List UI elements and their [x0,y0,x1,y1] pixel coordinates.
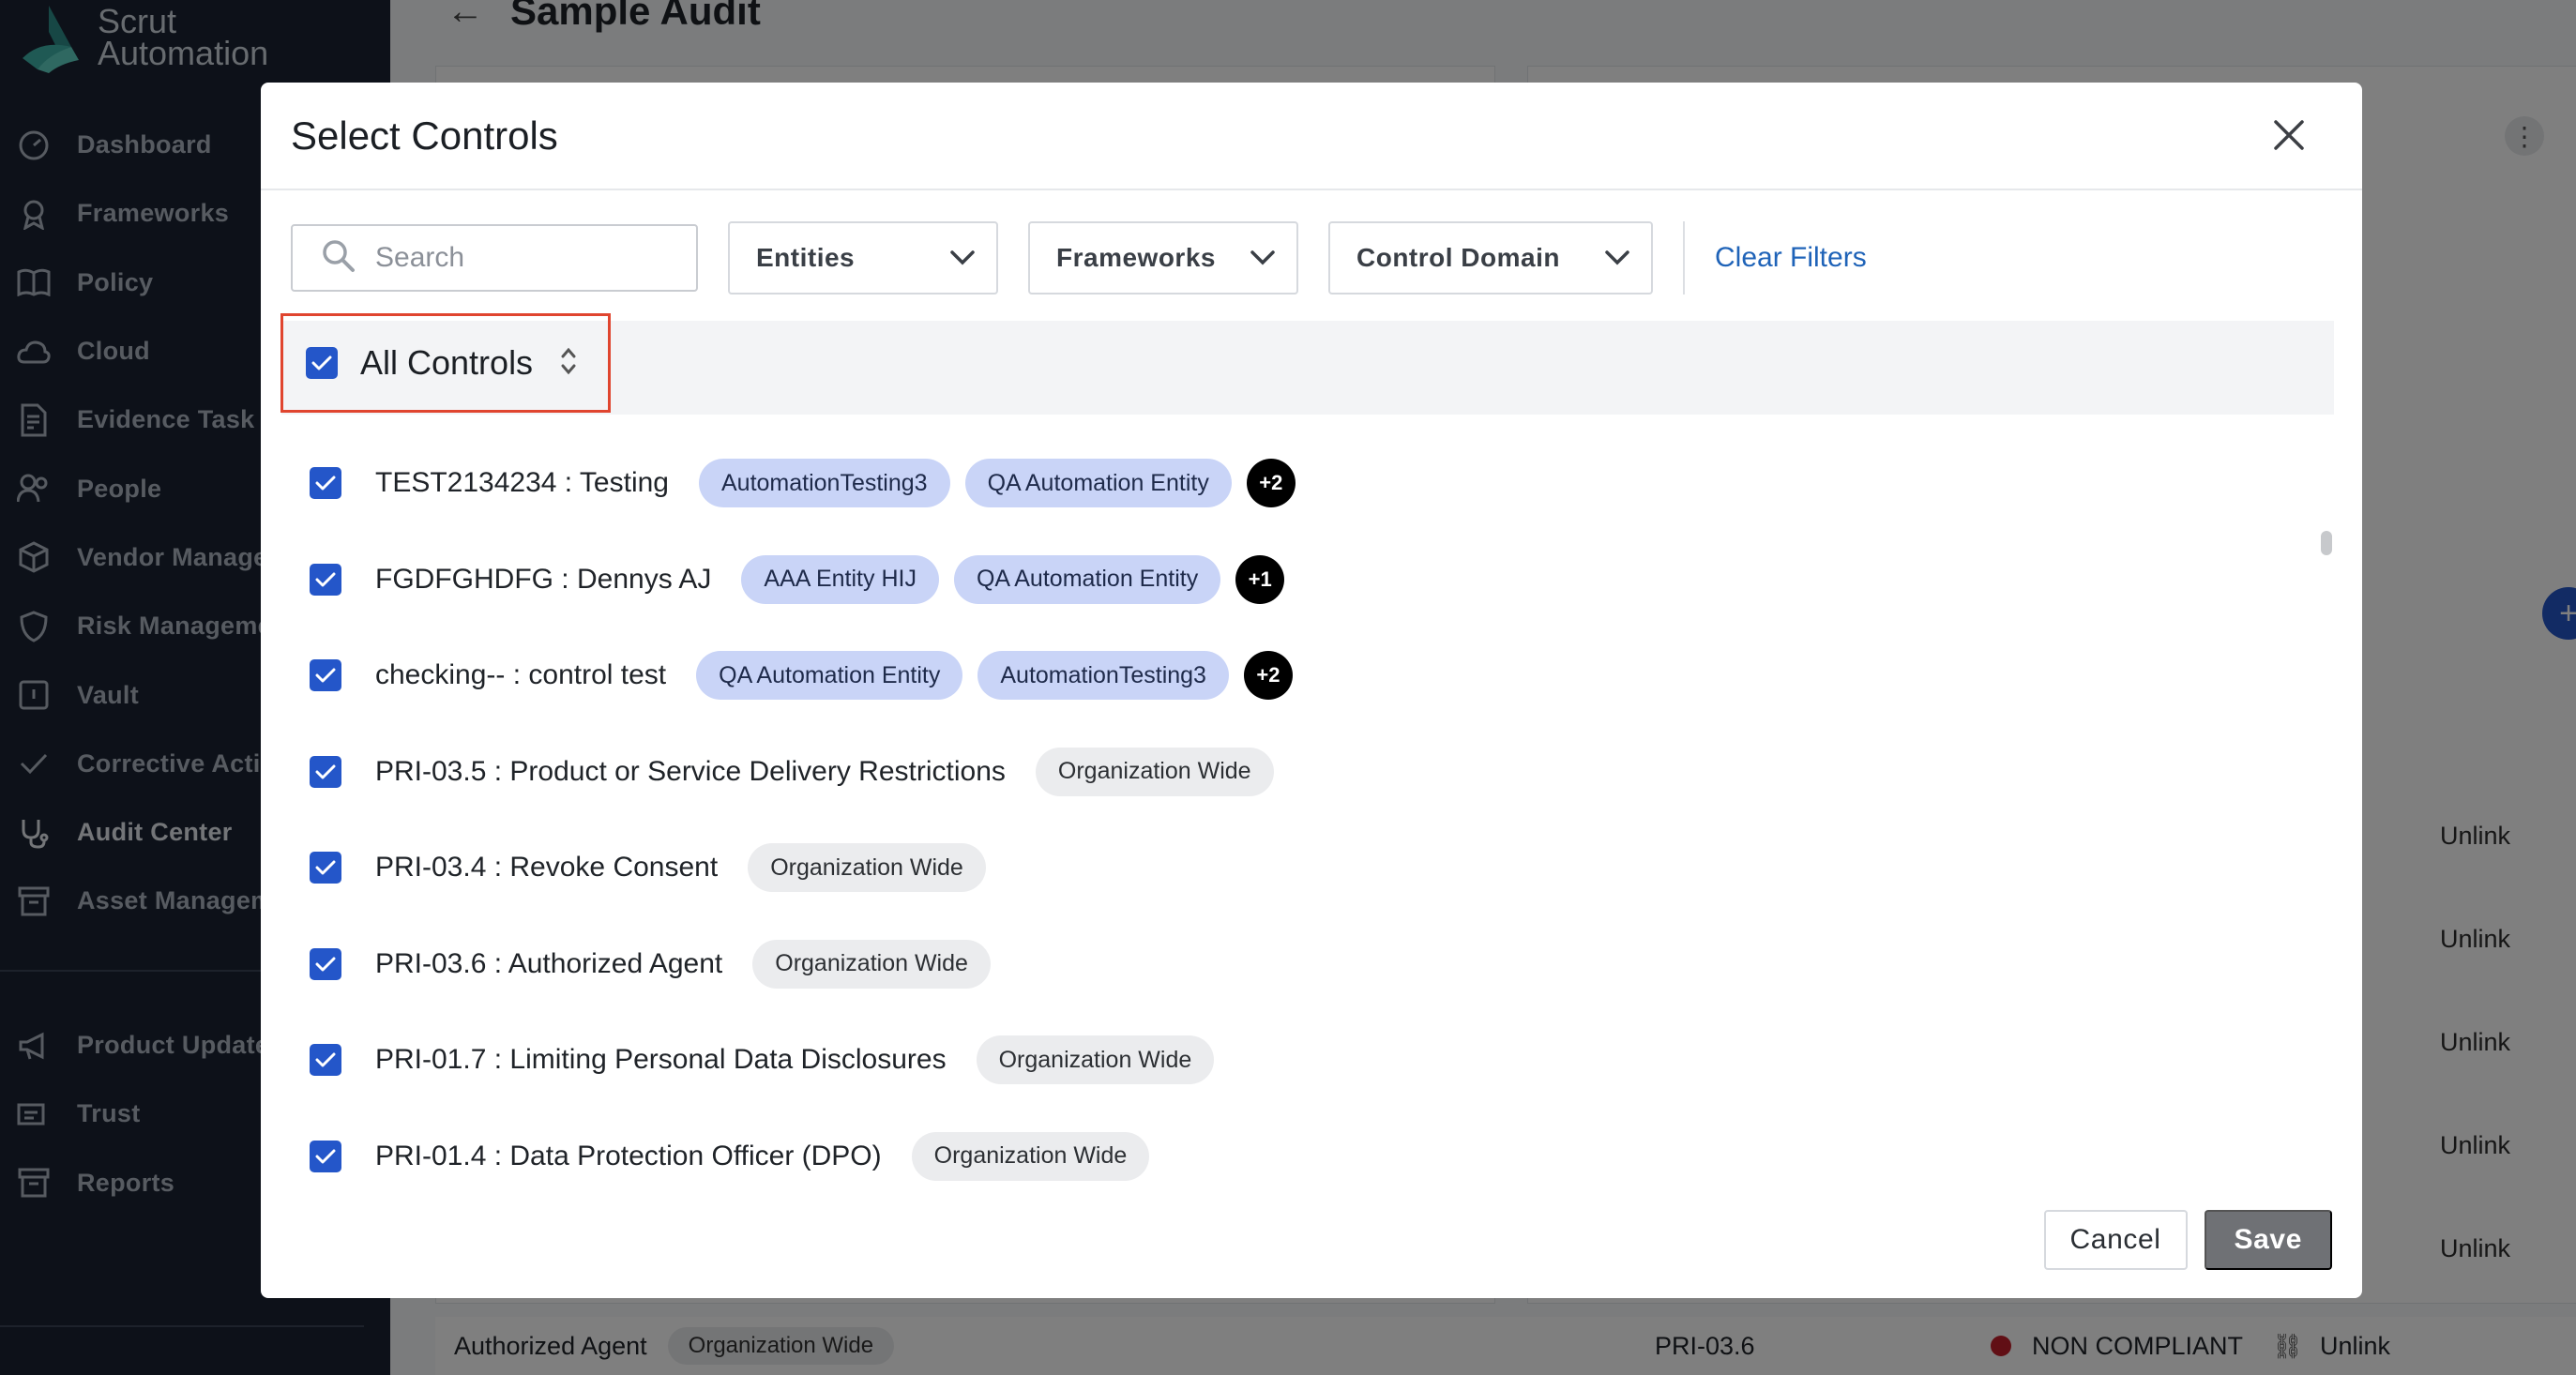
control-row[interactable]: FGDFGHDFG : Dennys AJ AAA Entity HIJ QA Au… [281,532,2308,628]
modal-title: Select Controls [291,113,558,158]
control-row[interactable]: PRI-01.7 : Limiting Personal Data Disclo… [281,1012,2308,1109]
control-row[interactable]: PRI-03.6 : Authorized Agent Organization … [281,916,2308,1013]
control-row[interactable]: PRI-03.4 : Revoke Consent Organization Wi… [281,820,2308,916]
control-checkbox[interactable] [310,467,341,500]
control-checkbox[interactable] [310,947,341,980]
control-label: PRI-01.4 : Data Protection Officer (DPO) [375,1140,882,1171]
control-label: checking-- : control test [375,659,667,691]
control-label: PRI-03.5 : Product or Service Delivery R… [375,755,1006,787]
controls-list: TEST2134234 : Testing AutomationTesting3 Q… [281,435,2308,1231]
control-label: PRI-03.4 : Revoke Consent [375,852,719,884]
modal-header: Select Controls [261,83,2362,190]
control-checkbox[interactable] [310,852,341,884]
control-checkbox[interactable] [310,659,341,692]
entity-tag: AAA Entity HIJ [741,554,939,604]
entity-tag: QA Automation Entity [953,554,1221,604]
select-all-checkbox[interactable] [306,347,338,379]
entity-tag: QA Automation Entity [964,459,1232,508]
save-button[interactable]: Save [2204,1210,2332,1270]
entity-tag: AutomationTesting3 [698,459,950,508]
clear-filters-link[interactable]: Clear Filters [1715,242,1867,274]
control-label: TEST2134234 : Testing [375,467,669,499]
cancel-button[interactable]: Cancel [2043,1210,2188,1270]
select-controls-modal: Select Controls Entities Frameworks Cont… [261,83,2362,1298]
entity-tag: Organization Wide [748,843,986,893]
control-label: PRI-01.7 : Limiting Personal Data Disclo… [375,1044,947,1076]
entity-tag: Organization Wide [1035,747,1274,796]
control-domain-label: Control Domain [1356,243,1560,272]
modal-footer: Cancel Save [2043,1210,2332,1270]
control-checkbox[interactable] [310,755,341,788]
control-checkbox[interactable] [310,1044,341,1077]
filter-divider [1683,221,1685,295]
search-input[interactable] [375,242,657,274]
search-icon [321,238,356,279]
more-tags-badge[interactable]: +2 [1246,459,1296,508]
entities-dropdown[interactable]: Entities [728,221,998,295]
all-controls-label: All Controls [360,343,534,382]
more-tags-badge[interactable]: +1 [1235,554,1285,604]
entities-label: Entities [756,243,856,272]
table-header: All Controls [280,313,2334,415]
close-icon[interactable] [2265,111,2313,159]
chevron-down-icon [1250,243,1276,273]
all-controls-header[interactable]: All Controls [280,313,611,413]
control-checkbox[interactable] [310,1140,341,1172]
entity-tag: Organization Wide [911,1131,1150,1181]
control-row[interactable]: PRI-03.5 : Product or Service Delivery R… [281,724,2308,821]
filter-bar: Entities Frameworks Control Domain Clear… [291,220,2332,295]
control-checkbox[interactable] [310,563,341,596]
entity-tag: Organization Wide [976,1035,1215,1085]
chevron-down-icon [1604,243,1630,273]
control-row[interactable]: checking-- : control test QA Automation E… [281,627,2308,724]
chevron-down-icon [949,243,976,273]
more-tags-badge[interactable]: +2 [1243,651,1293,701]
control-domain-dropdown[interactable]: Control Domain [1328,221,1653,295]
search-box[interactable] [291,224,698,292]
entity-tag: QA Automation Entity [696,651,963,701]
frameworks-label: Frameworks [1056,243,1216,272]
control-label: FGDFGHDFG : Dennys AJ [375,563,712,595]
entity-tag: AutomationTesting3 [977,651,1229,701]
frameworks-dropdown[interactable]: Frameworks [1028,221,1298,295]
scrollbar-thumb[interactable] [2321,531,2332,555]
control-row[interactable]: TEST2134234 : Testing AutomationTesting3 Q… [281,435,2308,532]
entity-tag: Organization Wide [752,939,991,989]
control-label: PRI-03.6 : Authorized Agent [375,947,723,979]
sort-icon[interactable] [559,345,578,382]
control-row[interactable]: PRI-01.4 : Data Protection Officer (DPO)… [281,1109,2308,1205]
